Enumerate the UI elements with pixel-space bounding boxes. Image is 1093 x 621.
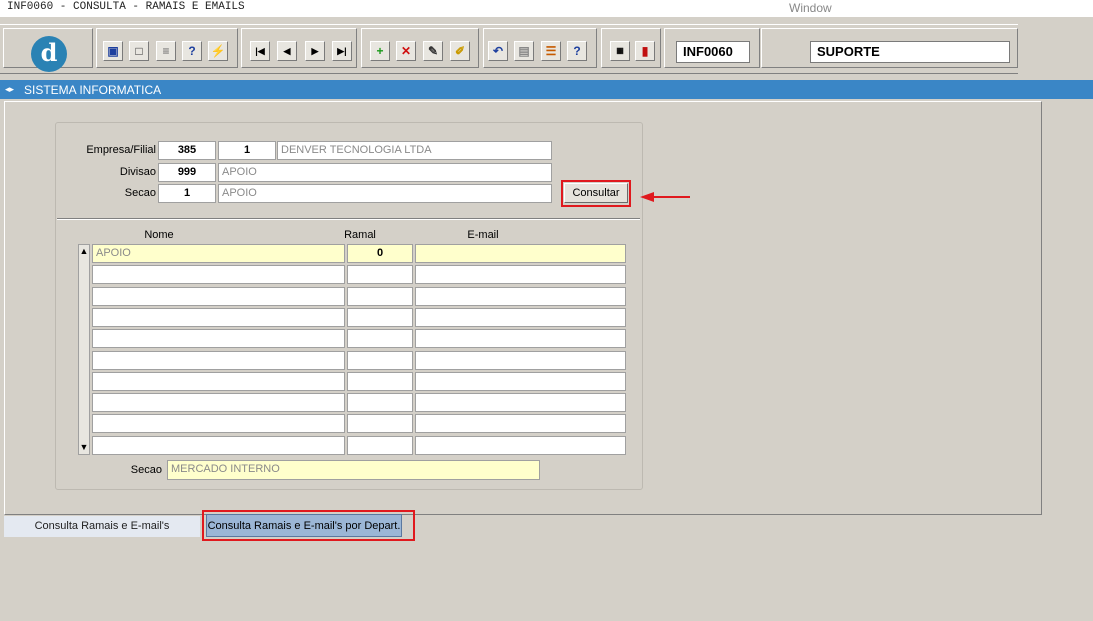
grid-cell-email[interactable] [415,372,626,391]
delete-record-icon[interactable]: ✕ [396,41,416,61]
grid-cell-ramal[interactable] [347,436,413,455]
scroll-down-icon[interactable]: ▼ [79,442,89,452]
grid-cell-ramal[interactable] [347,372,413,391]
tab-consulta-por-depart[interactable]: Consulta Ramais e E-mail's por Depart. [206,514,402,537]
grid-cell-ramal[interactable]: 0 [347,244,413,263]
column-header-email: E-mail [467,229,499,241]
column-header-ramal: Ramal [344,229,376,241]
record-group: + ✕ ✎ ✐ [361,28,479,68]
exit-icon[interactable]: ▮ [635,41,655,61]
navigation-group: |◀ ◀ ▶ ▶| [241,28,357,68]
grid-cell-ramal[interactable] [347,414,413,433]
section-header: ◂▸ SISTEMA INFORMATICA [0,80,1093,99]
grid-cell-email[interactable] [415,287,626,306]
title-bar: INF0060 - CONSULTA - RAMAIS E EMAILS Win… [0,0,1093,17]
grid-cell-nome[interactable] [92,287,345,306]
toolbar: d ▣ □ ≡ ? ⚡ |◀ ◀ ▶ ▶| + ✕ ✎ ✐ ↶ ▤ ☰ ? ▦ … [0,24,1018,74]
divisao-name-field[interactable]: APOIO [218,163,552,182]
divisao-field[interactable]: 999 [158,163,216,182]
print-icon[interactable]: ≡ [156,41,176,61]
filial-field[interactable]: 1 [218,141,276,160]
grid-cell-nome[interactable] [92,265,345,284]
help-icon[interactable]: ? [567,41,587,61]
grid-cell-email[interactable] [415,329,626,348]
window-menu[interactable]: Window [789,1,832,15]
empresa-label: Empresa/Filial [86,144,156,156]
next-record-icon[interactable]: ▶ [305,41,325,61]
grid-cell-ramal[interactable] [347,393,413,412]
empresa-field[interactable]: 385 [158,141,216,160]
consultar-button[interactable]: Consultar [564,183,628,203]
section-collapse-icon[interactable]: ◂▸ [5,84,16,95]
empresa-name-field[interactable]: DENVER TECNOLOGIA LTDA [277,141,552,160]
grid-cell-email[interactable] [415,436,626,455]
secao-field[interactable]: 1 [158,184,216,203]
grid-cell-email[interactable] [415,414,626,433]
tab-consulta-ramais[interactable]: Consulta Ramais e E-mail's [4,516,200,537]
separator [57,218,640,220]
column-header-nome: Nome [144,229,174,241]
query-icon[interactable]: ? [182,41,202,61]
grid-cell-email[interactable] [415,244,626,263]
app-logo-icon: d [31,36,67,72]
grid-secao-field[interactable]: MERCADO INTERNO [167,460,540,480]
grid-cell-nome[interactable] [92,372,345,391]
grid-cell-nome[interactable] [92,436,345,455]
form-code-group: INF0060 [664,28,760,68]
secao-name-field[interactable]: APOIO [218,184,552,203]
undo-icon[interactable]: ↶ [488,41,508,61]
first-record-icon[interactable]: |◀ [250,41,270,61]
exit-group: ▦ ▮ [601,28,661,68]
divisao-label: Divisao [119,166,156,178]
edit-record-icon[interactable]: ✎ [423,41,443,61]
previous-record-icon[interactable]: ◀ [277,41,297,61]
print-preview-icon[interactable]: □ [129,41,149,61]
logo-group: d [3,28,93,72]
grid-cell-email[interactable] [415,265,626,284]
grid-scrollbar[interactable] [78,244,90,455]
grid-cell-nome[interactable] [92,351,345,370]
grid-cell-nome[interactable] [92,414,345,433]
grid-cell-nome[interactable]: APOIO [92,244,345,263]
insert-record-icon[interactable]: + [370,41,390,61]
arrow-annotation-icon [640,192,690,202]
grid-cell-ramal[interactable] [347,287,413,306]
user-field: SUPORTE [810,41,1010,63]
window-title: INF0060 - CONSULTA - RAMAIS E EMAILS [7,1,245,13]
grid-cell-email[interactable] [415,351,626,370]
list-icon[interactable]: ☰ [541,41,561,61]
grid-cell-ramal[interactable] [347,329,413,348]
grid-cell-nome[interactable] [92,393,345,412]
clipboard-icon[interactable]: ▤ [514,41,534,61]
grid-cell-ramal[interactable] [347,265,413,284]
scroll-up-icon[interactable]: ▲ [79,246,89,256]
edit-group: ↶ ▤ ☰ ? [483,28,597,68]
user-group: SUPORTE [761,28,1018,68]
grid-cell-nome[interactable] [92,308,345,327]
grid-cell-email[interactable] [415,393,626,412]
save-icon[interactable]: ▣ [103,41,123,61]
file-group: ▣ □ ≡ ? ⚡ [96,28,238,68]
grid-cell-nome[interactable] [92,329,345,348]
grid-cell-ramal[interactable] [347,308,413,327]
secao-label: Secao [124,187,156,199]
section-title: SISTEMA INFORMATICA [24,83,162,97]
execute-query-icon[interactable]: ⚡ [208,41,228,61]
menu-icon[interactable]: ▦ [610,41,630,61]
last-record-icon[interactable]: ▶| [332,41,352,61]
clear-record-icon[interactable]: ✐ [450,41,470,61]
grid-cell-email[interactable] [415,308,626,327]
grid-secao-label: Secao [130,464,162,476]
form-code-field: INF0060 [676,41,750,63]
grid-cell-ramal[interactable] [347,351,413,370]
